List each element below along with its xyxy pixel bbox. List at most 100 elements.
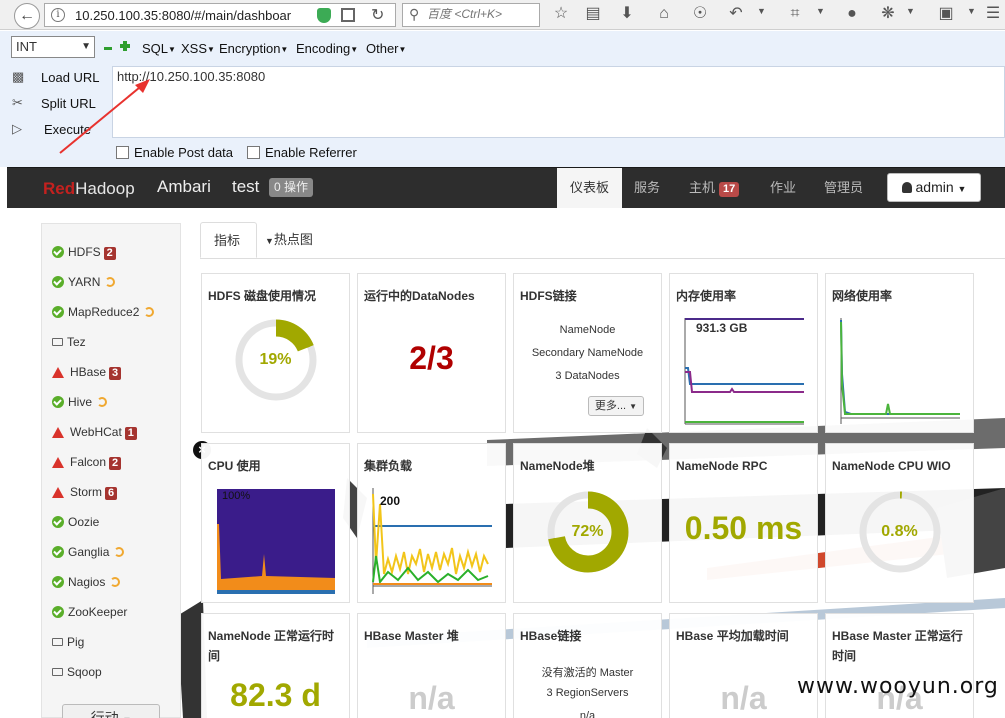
type-select[interactable]: INT ▼	[11, 36, 95, 58]
widget-network[interactable]: 网络使用率	[825, 273, 974, 433]
qr-code-icon[interactable]	[341, 8, 355, 22]
download-icon[interactable]: ⬇	[617, 4, 637, 24]
globe-icon[interactable]: ☉	[690, 4, 710, 24]
sidebar-item-storm[interactable]: Storm 6	[52, 482, 182, 502]
plus-icon[interactable]	[120, 41, 130, 51]
sidebar-item-hbase[interactable]: HBase 3	[52, 362, 182, 382]
url-text[interactable]: 10.250.100.35:8080/#/main/dashboar	[75, 8, 291, 23]
sidebar-item-label: ZooKeeper	[68, 605, 128, 619]
tab-services[interactable]: 服务	[621, 168, 673, 208]
sidebar-item-yarn[interactable]: YARN	[52, 272, 182, 292]
sidebar-item-label: Hive	[68, 395, 93, 409]
checkbox-icon[interactable]	[247, 146, 260, 159]
widget-hbase-load[interactable]: HBase 平均加载时间 n/a	[669, 613, 818, 718]
reader-icon[interactable]: ▤	[583, 4, 603, 24]
info-icon[interactable]: i	[51, 8, 65, 22]
widget-memory[interactable]: 内存使用率 931.3 GB	[669, 273, 818, 433]
menu-other[interactable]: Other▼	[366, 41, 406, 56]
widget-title: HBase链接	[520, 629, 582, 643]
sidebar-item-nagios[interactable]: Nagios	[52, 572, 182, 592]
sidebar-item-hive[interactable]: Hive	[52, 392, 182, 412]
chevron-down-icon: ▼	[168, 45, 176, 55]
sidebar-item-label: Pig	[67, 635, 85, 649]
star-icon[interactable]: ☆	[551, 4, 571, 24]
widget-cluster-load[interactable]: 集群负载 200	[357, 443, 506, 603]
undo-menu-chevron-icon[interactable]: ▼	[757, 6, 766, 16]
chevron-down-icon: ▼	[280, 45, 289, 55]
url-textarea[interactable]: http://10.250.100.35:8080	[112, 66, 1005, 138]
search-box[interactable]: ⚲	[402, 3, 540, 27]
widget-datanodes[interactable]: 运行中的DataNodes 2/3	[357, 273, 506, 433]
user-menu-button[interactable]: admin ▼	[887, 173, 981, 202]
search-input[interactable]	[427, 7, 537, 21]
more-button[interactable]: 更多... ▼	[588, 396, 644, 416]
bug-menu-chevron-icon[interactable]: ▼	[906, 6, 915, 16]
widget-title: HBase 平均加载时间	[676, 629, 789, 643]
menu-icon[interactable]: ☰	[983, 4, 1003, 24]
widget-hbase-heap[interactable]: HBase Master 堆 n/a	[357, 613, 506, 718]
menu-xss[interactable]: XSS▼	[181, 41, 215, 56]
refresh-icon	[114, 547, 125, 557]
widget-title: NameNode RPC	[676, 459, 768, 473]
url-bar[interactable]: i 10.250.100.35:8080/#/main/dashboar ↻	[44, 3, 396, 27]
tab-divider	[200, 258, 1005, 259]
tab-metrics[interactable]: 指标	[200, 222, 257, 258]
network-chart	[840, 318, 960, 424]
crop-icon[interactable]: ⌗	[785, 4, 805, 24]
operations-badge[interactable]: 0 操作	[269, 178, 314, 197]
refresh-icon[interactable]: ↻	[371, 5, 384, 25]
widget-hdfs-disk[interactable]: HDFS 磁盘使用情况 19%	[201, 273, 350, 433]
actions-button[interactable]: 行动 ▼	[62, 704, 160, 718]
minus-icon[interactable]	[104, 47, 112, 50]
tab-dashboard[interactable]: 仪表板	[557, 168, 623, 208]
sidebar-item-falcon[interactable]: Falcon 2	[52, 452, 182, 472]
sidebar-item-webhcat[interactable]: WebHCat 1	[52, 422, 182, 442]
widget-namenode-cpu-wio[interactable]: NameNode CPU WIO 0.8%	[825, 443, 974, 603]
sidebar-item-mapreduce2[interactable]: MapReduce2	[52, 302, 182, 322]
menu-sql[interactable]: SQL▼	[142, 41, 176, 56]
undo-icon[interactable]: ↶	[726, 4, 746, 24]
sidebar-item-tez[interactable]: Tez	[52, 332, 182, 352]
sidebar-item-sqoop[interactable]: Sqoop	[52, 662, 182, 682]
alert-count-badge: 3	[109, 367, 122, 380]
search-icon: ⚲	[409, 6, 420, 22]
menu-encryption[interactable]: Encryption▼	[219, 41, 288, 56]
status-ok-icon	[52, 246, 64, 258]
sidebar-item-oozie[interactable]: Oozie	[52, 512, 182, 532]
widget-hbase-links[interactable]: HBase链接 没有激活的 Master 3 RegionServers n/a	[513, 613, 662, 718]
bug-icon[interactable]: ❋	[878, 4, 898, 24]
crop-menu-chevron-icon[interactable]: ▼	[816, 6, 825, 16]
brand-logo[interactable]: RedHadoop	[43, 179, 135, 199]
sidebar-item-zookeeper[interactable]: ZooKeeper	[52, 602, 182, 622]
back-arrow-icon[interactable]: ←	[14, 3, 40, 29]
widget-namenode-rpc[interactable]: NameNode RPC 0.50 ms	[669, 443, 818, 603]
tab-jobs[interactable]: 作业	[757, 168, 809, 208]
sidebar-item-ganglia[interactable]: Ganglia	[52, 542, 182, 562]
chevron-down-icon: ▼	[957, 184, 967, 194]
tab-admin[interactable]: 管理员	[811, 168, 876, 208]
menu-encoding[interactable]: Encoding▼	[296, 41, 358, 56]
devices-menu-chevron-icon[interactable]: ▼	[967, 6, 976, 16]
chat-icon[interactable]: ●	[842, 4, 862, 24]
sidebar-item-pig[interactable]: Pig	[52, 632, 182, 652]
user-name: admin	[915, 179, 954, 195]
sidebar-item-label: Ganglia	[68, 545, 110, 559]
devices-icon[interactable]: ▣	[936, 4, 956, 24]
tab-heatmaps[interactable]: ▼热点图	[252, 222, 326, 258]
shield-icon[interactable]	[317, 8, 331, 23]
home-icon[interactable]: ⌂	[654, 4, 674, 24]
sidebar-item-label: HBase	[70, 365, 107, 379]
brand-white-text: Hadoop	[75, 179, 135, 198]
hbase-heap-value: n/a	[408, 680, 455, 716]
widget-namenode-heap[interactable]: NameNode堆 72%	[513, 443, 662, 603]
sidebar-item-label: YARN	[68, 275, 101, 289]
widget-cpu[interactable]: CPU 使用 100%	[201, 443, 350, 603]
widget-hbase-uptime[interactable]: HBase Master 正常运行时间 n/a	[825, 613, 974, 718]
referrer-checkbox[interactable]: Enable Referrer	[247, 145, 357, 160]
widget-hdfs-links[interactable]: HDFS链接 NameNode Secondary NameNode 3 Dat…	[513, 273, 662, 433]
tab-hosts[interactable]: 主机 17	[676, 168, 752, 208]
sidebar-item-hdfs[interactable]: HDFS 2	[52, 242, 182, 262]
sidebar-item-label: Nagios	[68, 575, 106, 589]
link-line: 没有激活的 Master	[541, 667, 634, 679]
widget-namenode-uptime[interactable]: NameNode 正常运行时间 82.3 d	[201, 613, 350, 718]
